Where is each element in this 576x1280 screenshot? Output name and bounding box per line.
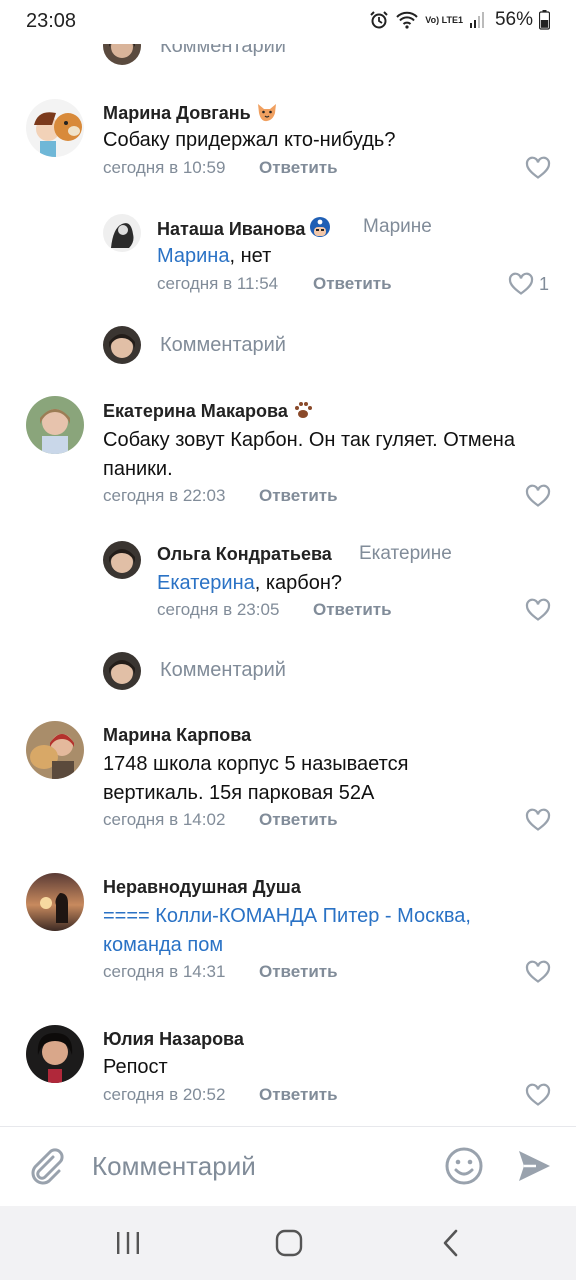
heart-icon[interactable]	[525, 156, 551, 180]
like-count: 1	[539, 274, 550, 294]
comment-author[interactable]: Марина Довгань	[103, 102, 279, 127]
heart-icon[interactable]	[508, 272, 534, 296]
comment-time: сегодня в 14:02	[103, 810, 226, 829]
comment-author[interactable]: Екатерина Макарова	[103, 400, 314, 425]
avatar[interactable]	[26, 1025, 84, 1083]
heart-icon[interactable]	[525, 960, 551, 984]
reply-text: Марина, нет	[157, 245, 272, 267]
comment-time: сегодня в 11:54	[157, 274, 279, 293]
comment-text-line: Собаку зовут Карбон. Он так гуляет. Отме…	[103, 429, 515, 451]
comment-text-line: вертикаль. 15я парковая 52А	[103, 782, 375, 804]
avatar[interactable]	[26, 873, 84, 931]
reply-button[interactable]: Ответить	[259, 1085, 338, 1105]
reply-to-label: Екатерине	[359, 543, 452, 564]
comment-composer[interactable]: Комментарий	[160, 334, 286, 357]
heart-icon[interactable]	[525, 808, 551, 832]
heart-icon[interactable]	[525, 1083, 551, 1107]
comment-link-line[interactable]: ==== Колли-КОМАНДА Питер - Москва,	[103, 902, 471, 931]
comment-input-bar: Комментарий	[0, 1126, 576, 1206]
status-bar: 23:08 Vo) LTE1 56%	[0, 0, 576, 44]
comment-input[interactable]: Комментарий	[92, 1151, 256, 1182]
paperclip-icon[interactable]	[26, 1145, 64, 1190]
wifi-icon	[395, 10, 419, 30]
comment-text: Репост	[103, 1056, 168, 1078]
reply-text: Екатерина, карбон?	[157, 572, 343, 594]
home-icon[interactable]	[274, 1228, 304, 1263]
status-time: 23:08	[26, 10, 77, 32]
comment-text-line: 1748 школа корпус 5 называется	[103, 753, 409, 775]
comment-author[interactable]: Марина Карпова	[103, 725, 251, 746]
comment-text: Собаку придержал кто-нибудь?	[103, 129, 396, 151]
reply-button[interactable]: Ответить	[259, 962, 338, 982]
comment-composer[interactable]: Комментарии	[160, 44, 286, 58]
avatar[interactable]	[103, 541, 141, 579]
reply-button[interactable]: Ответить	[259, 810, 338, 830]
heart-icon[interactable]	[525, 598, 551, 622]
comment-time: сегодня в 20:52	[103, 1085, 226, 1104]
comment-composer[interactable]: Комментарий	[160, 659, 286, 682]
battery-percent: 56%	[494, 9, 533, 30]
battery-icon	[539, 10, 550, 30]
avatar	[103, 326, 141, 364]
comment-text-line: паники.	[103, 458, 173, 480]
back-icon[interactable]	[436, 1228, 466, 1263]
comment-link-line[interactable]: команда пом	[103, 931, 223, 960]
smile-icon[interactable]	[444, 1146, 484, 1191]
mention-link[interactable]: Марина	[157, 245, 229, 267]
reply-author[interactable]: Ольга Кондратьева	[157, 544, 332, 565]
avatar[interactable]	[26, 396, 84, 454]
avatar[interactable]	[103, 214, 141, 252]
fox-emoji-icon	[255, 102, 279, 127]
avatar	[103, 652, 141, 690]
reply-to-label: Марине	[363, 216, 432, 237]
send-icon[interactable]	[516, 1148, 552, 1189]
mention-link[interactable]: Екатерина	[157, 572, 255, 594]
comment-author[interactable]: Юлия Назарова	[103, 1029, 244, 1050]
reply-button[interactable]: Ответить	[259, 486, 338, 506]
status-icons: Vo) LTE1 56%	[369, 9, 550, 31]
reply-author[interactable]: Наташа Иванова	[157, 216, 331, 243]
alarm-icon	[369, 10, 389, 30]
heart-icon[interactable]	[525, 484, 551, 508]
captain-emoji-icon	[309, 216, 331, 243]
system-nav-bar	[0, 1206, 576, 1280]
comment-time: сегодня в 23:05	[157, 600, 280, 619]
comment-author[interactable]: Неравнодушная Душа	[103, 877, 301, 898]
network-type: Vo) LTE1	[425, 15, 463, 25]
avatar[interactable]	[26, 99, 84, 157]
signal-icon	[469, 11, 485, 29]
comment-time: сегодня в 22:03	[103, 486, 226, 505]
comment-time: сегодня в 14:31	[103, 962, 226, 981]
comments-feed[interactable]: Комментарии Марина Довгань Собаку придер…	[0, 44, 576, 1126]
comment-time: сегодня в 10:59	[103, 158, 226, 177]
paw-emoji-icon	[292, 400, 314, 425]
reply-button[interactable]: Ответить	[259, 158, 338, 178]
reply-button[interactable]: Ответить	[313, 274, 392, 294]
reply-button[interactable]: Ответить	[313, 600, 392, 620]
recent-apps-icon[interactable]	[113, 1228, 143, 1263]
avatar	[103, 44, 141, 65]
avatar[interactable]	[26, 721, 84, 779]
